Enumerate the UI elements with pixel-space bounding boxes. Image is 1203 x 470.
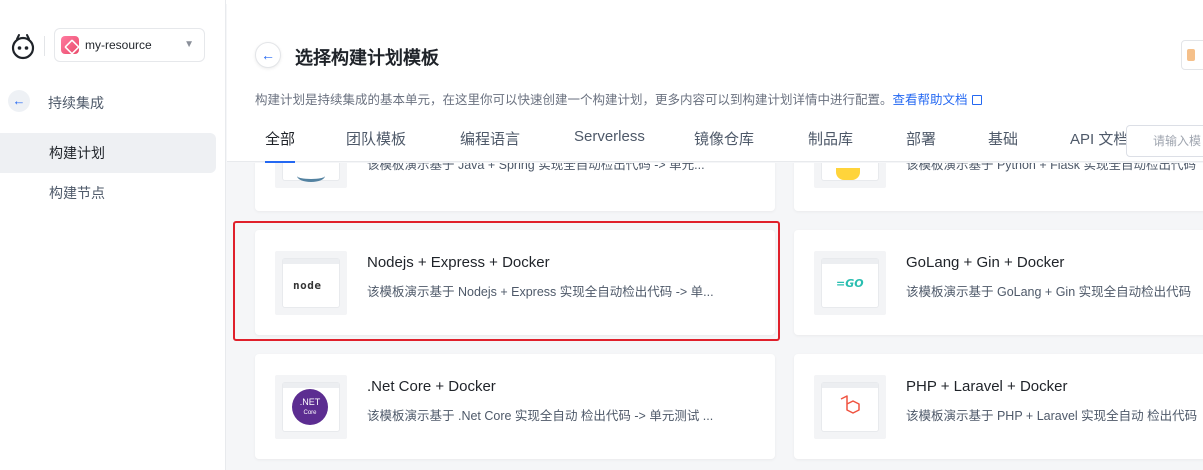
tab-serverless[interactable]: Serverless bbox=[574, 128, 645, 162]
main-content: ← 选择构建计划模板 构建计划是持续集成的基本单元，在这里你可以快速创建一个构建… bbox=[227, 0, 1203, 470]
dotnet-icon: .NET Core bbox=[292, 389, 328, 425]
app-root: my-resource ▼ ← 持续集成 构建计划 构建节点 ← 选择构建计划模… bbox=[0, 0, 1203, 470]
page-description: 构建计划是持续集成的基本单元，在这里你可以快速创建一个构建计划，更多内容可以到构… bbox=[255, 89, 982, 108]
java-icon bbox=[297, 170, 325, 182]
template-card-laravel[interactable]: PHP + Laravel + Docker 该模板演示基于 PHP + Lar… bbox=[794, 354, 1203, 459]
template-list: 该模板演示基于 Java + Spring 实现全自动检出代码 -> 单元...… bbox=[227, 163, 1203, 470]
external-link-icon bbox=[971, 95, 982, 105]
sidebar-item-build-plans[interactable]: 构建计划 bbox=[0, 133, 216, 173]
project-icon bbox=[61, 36, 79, 54]
template-title: PHP + Laravel + Docker bbox=[906, 378, 1068, 395]
project-name: my-resource bbox=[85, 38, 152, 52]
template-thumbnail: .NET Core bbox=[275, 375, 347, 439]
sidebar-divider bbox=[44, 36, 45, 56]
laravel-icon bbox=[840, 395, 860, 414]
tab-team-templates[interactable]: 团队模板 bbox=[346, 128, 406, 162]
sidebar-item-build-nodes[interactable]: 构建节点 bbox=[0, 173, 216, 213]
help-link-text: 查看帮助文档 bbox=[892, 93, 968, 107]
template-card-golang[interactable]: =GO GoLang + Gin + Docker 该模板演示基于 GoLang… bbox=[794, 230, 1203, 335]
template-thumbnail bbox=[275, 163, 347, 188]
python-icon bbox=[836, 168, 860, 180]
template-desc: 该模板演示基于 Java + Spring 实现全自动检出代码 -> 单元... bbox=[367, 163, 705, 172]
help-doc-link[interactable]: 查看帮助文档 bbox=[893, 93, 982, 107]
template-desc: 该模板演示基于 .Net Core 实现全自动 检出代码 -> 单元测试 ... bbox=[367, 409, 714, 423]
tab-all[interactable]: 全部 bbox=[265, 128, 296, 163]
tab-image-registry[interactable]: 镜像仓库 bbox=[694, 128, 754, 162]
nodejs-icon: node bbox=[293, 279, 322, 292]
dotnet-logo-sub: Core bbox=[303, 410, 317, 416]
tab-languages[interactable]: 编程语言 bbox=[460, 128, 520, 162]
template-title: GoLang + Gin + Docker bbox=[906, 254, 1065, 271]
top-right-button[interactable] bbox=[1181, 40, 1203, 70]
template-card[interactable]: 该模板演示基于 Python + Flask 实现全自动检出代码 bbox=[794, 163, 1203, 211]
template-desc: 该模板演示基于 GoLang + Gin 实现全自动检出代码 bbox=[906, 285, 1192, 299]
chevron-down-icon: ▼ bbox=[184, 39, 194, 50]
template-card-dotnet[interactable]: .NET Core .Net Core + Docker 该模板演示基于 .Net… bbox=[255, 354, 775, 459]
template-desc: 该模板演示基于 Python + Flask 实现全自动检出代码 bbox=[906, 163, 1196, 172]
template-thumbnail: =GO bbox=[814, 251, 886, 315]
golang-icon: =GO bbox=[836, 277, 864, 290]
template-title: Nodejs + Express + Docker bbox=[367, 254, 550, 271]
template-card-nodejs[interactable]: node Nodejs + Express + Docker 该模板演示基于 N… bbox=[255, 230, 775, 335]
project-selector[interactable]: my-resource ▼ bbox=[54, 28, 205, 62]
template-desc: 该模板演示基于 PHP + Laravel 实现全自动 检出代码 bbox=[906, 409, 1198, 423]
page-header: ← 选择构建计划模板 构建计划是持续集成的基本单元，在这里你可以快速创建一个构建… bbox=[227, 0, 1203, 163]
coding-logo-icon[interactable] bbox=[8, 32, 38, 60]
template-title: .Net Core + Docker bbox=[367, 378, 496, 395]
tab-deploy[interactable]: 部署 bbox=[906, 128, 936, 162]
description-text: 构建计划是持续集成的基本单元，在这里你可以快速创建一个构建计划，更多内容可以到构… bbox=[255, 93, 893, 107]
template-thumbnail: node bbox=[275, 251, 347, 315]
sidebar-section-title: 持续集成 bbox=[48, 95, 104, 111]
page-title: 选择构建计划模板 bbox=[295, 48, 439, 68]
tab-basic[interactable]: 基础 bbox=[988, 128, 1018, 162]
back-arrow-icon[interactable]: ← bbox=[8, 90, 30, 112]
template-thumbnail bbox=[814, 163, 886, 188]
template-card[interactable]: 该模板演示基于 Java + Spring 实现全自动检出代码 -> 单元... bbox=[255, 163, 775, 211]
template-desc: 该模板演示基于 Nodejs + Express 实现全自动检出代码 -> 单.… bbox=[367, 285, 714, 299]
back-button[interactable]: ← bbox=[255, 42, 281, 68]
tab-api-docs[interactable]: API 文档 bbox=[1070, 128, 1128, 162]
tab-artifacts[interactable]: 制品库 bbox=[808, 128, 853, 162]
template-search-input[interactable] bbox=[1126, 125, 1203, 157]
sidebar: my-resource ▼ ← 持续集成 构建计划 构建节点 bbox=[0, 0, 226, 470]
template-thumbnail bbox=[814, 375, 886, 439]
dotnet-logo-text: .NET bbox=[299, 397, 321, 407]
